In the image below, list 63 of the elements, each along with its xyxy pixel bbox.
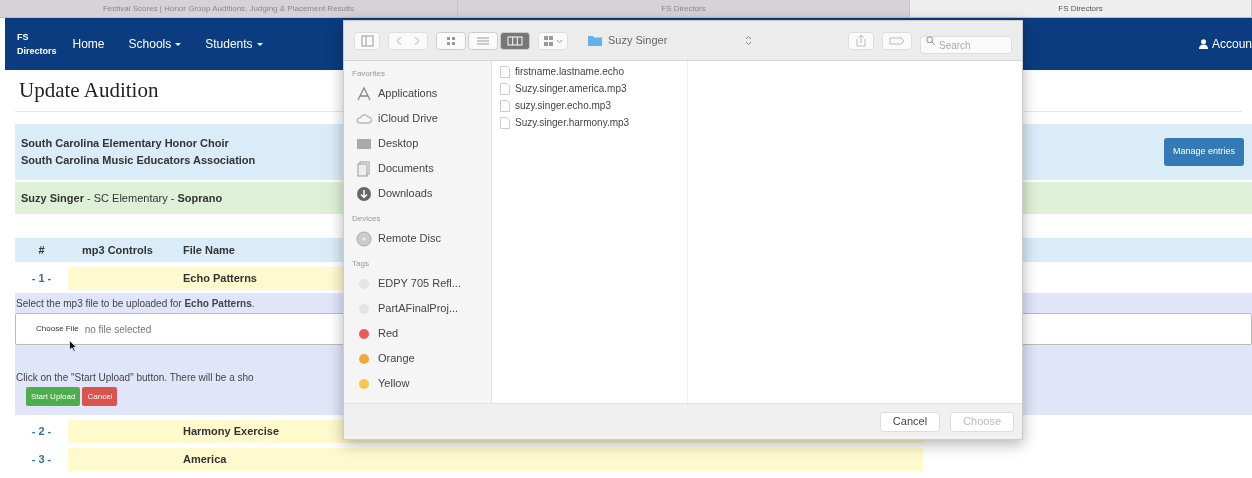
sidebar-item[interactable]: Red [378,325,399,342]
file-status: no file selected [84,322,152,337]
file-icon [500,82,510,95]
column-view-icon[interactable] [500,31,530,50]
sidebar-item[interactable]: iCloud Drive [378,110,438,127]
sidebar-item[interactable]: PartAFinalProj... [378,300,459,317]
brand-text[interactable]: FS [17,30,57,44]
table-cell: America [68,448,923,471]
sidebar-heading: Favorites [352,68,386,80]
caret-icon [175,42,182,46]
caret-icon [256,42,263,46]
instruction-text: Select the mp3 file to be uploaded for Echo Patterns. [16,296,255,311]
sidebar-item[interactable]: Remote Disc [378,230,441,247]
arrange-icon[interactable] [538,31,568,50]
search-icon [926,36,935,45]
sidebar-item[interactable]: EDPY 705 Refl... [378,275,461,292]
applications-icon [356,85,372,102]
download-icon [356,185,372,202]
sidebar-item[interactable]: Orange [378,350,415,367]
dialog-button[interactable]: Cancel [879,411,941,432]
page-title: Update Audition [18,76,159,104]
file-icon [500,99,510,112]
sidebar-item[interactable]: Desktop [378,135,419,152]
sidebar-item[interactable]: Documents [378,160,434,177]
sidebar-heading: Tags [352,258,370,270]
file-item[interactable]: firstname.lastname.echo [515,64,624,79]
event-name: South Carolina Music Educators Association [21,153,256,168]
column-header: mp3 Controls [81,242,154,258]
nav-link[interactable]: Home [72,35,105,53]
file-item[interactable]: Suzy.singer.america.mp3 [515,81,627,96]
sidebar-item[interactable]: Yellow [378,375,410,392]
nav-link[interactable]: Students [205,35,263,53]
brand-text[interactable]: Directors [17,44,57,58]
file-item[interactable]: suzy.singer.echo.mp3 [515,98,611,113]
action-button[interactable]: Cancel [82,387,118,406]
location-popup[interactable]: Suzy Singer [580,31,760,50]
share-icon[interactable] [848,31,874,50]
back-forward-icon[interactable] [388,31,428,50]
browser-tab[interactable]: FS Directors [910,0,1252,17]
disc-icon [356,230,372,247]
nav-link[interactable]: Schools [128,35,182,53]
sidebar-item[interactable]: Applications [378,85,438,102]
tag-icon[interactable] [882,31,912,50]
grid-view-icon[interactable] [436,31,466,50]
file-icon [500,65,510,78]
documents-icon [356,160,372,177]
sidebar-heading: Devices [352,213,382,225]
search-field[interactable]: Search [920,36,1012,54]
file-icon [500,116,510,129]
column-header: File Name [182,242,235,258]
stepper-icon [745,35,752,46]
column-header: # [37,242,46,258]
student-summary: Suzy Singer - SC Elementary - Soprano [21,190,223,206]
hint-text: Click on the "Start Upload" button. There will be a sho [16,370,254,385]
user-icon [1198,39,1208,49]
list-view-icon[interactable] [468,31,498,50]
event-name: South Carolina Elementary Honor Choir [21,136,230,151]
sidebar-item[interactable]: Downloads [378,185,433,202]
folder-icon [588,35,602,46]
account-menu[interactable]: Accoun [1211,35,1252,53]
file-item[interactable]: Suzy.singer.harmony.mp3 [515,115,630,130]
sidebar-toggle-icon[interactable] [354,31,380,50]
manage-entries-button[interactable]: Manage entries [1163,138,1244,166]
